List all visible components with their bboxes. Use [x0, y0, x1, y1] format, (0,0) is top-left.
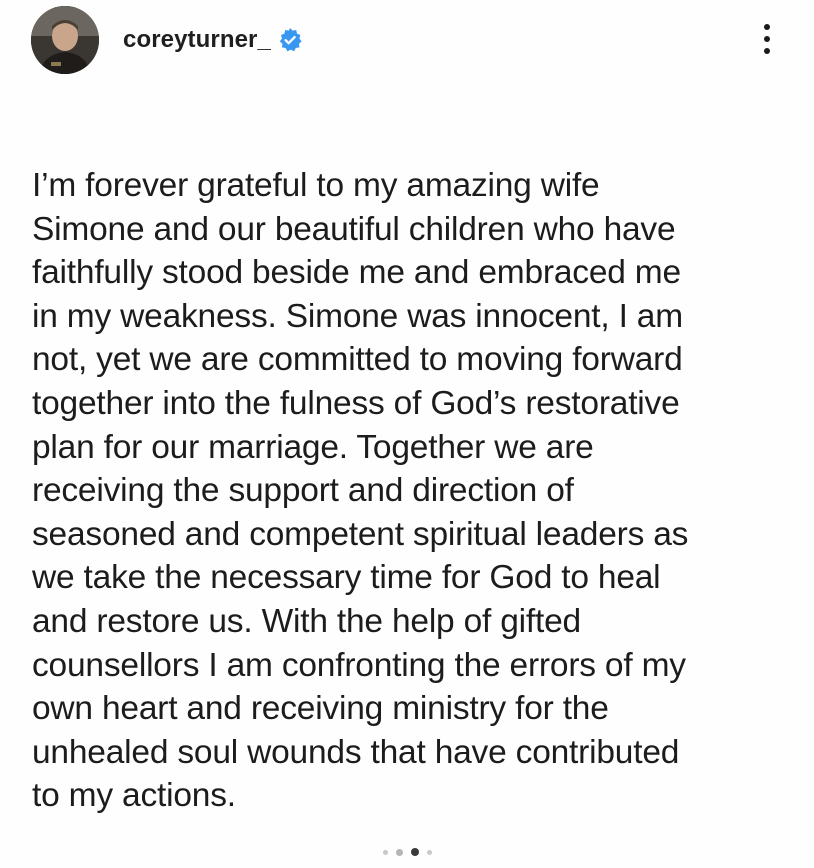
caption-line: faithfully stood beside me and embraced …: [32, 254, 681, 292]
more-dot: [764, 36, 770, 42]
caption-line: not, yet we are committed to moving forw…: [32, 341, 683, 379]
carousel-dot: [426, 849, 432, 855]
username-row: coreyturner_: [123, 24, 303, 56]
caption-line: in my weakness. Simone was innocent, I a…: [32, 297, 683, 335]
carousel-dot: [382, 849, 388, 855]
caption-line: to my actions.: [32, 777, 236, 815]
profile-avatar[interactable]: [31, 6, 99, 74]
post-caption: I’m forever grateful to my amazing wife S…: [32, 164, 792, 818]
caption-line: unhealed soul wounds that have contribut…: [32, 733, 680, 771]
more-dot: [764, 24, 770, 30]
caption-line: and restore us. With the help of gifted: [32, 602, 581, 640]
caption-line: receiving the support and direction of: [32, 472, 574, 510]
caption-line: I’m forever grateful to my amazing wife: [32, 167, 600, 204]
verified-badge-icon: [277, 27, 303, 53]
caption-line: plan for our marriage. Together we are: [32, 428, 594, 466]
caption-line: counsellors I am confronting the errors …: [32, 646, 686, 684]
caption-line: own heart and receiving ministry for the: [32, 690, 609, 728]
caption-line: Simone and our beautiful children who ha…: [32, 210, 676, 248]
more-options-icon[interactable]: [752, 18, 782, 60]
more-dot: [764, 48, 770, 54]
caption-line: seasoned and competent spiritual leaders…: [32, 515, 689, 553]
avatar-image: [31, 6, 99, 74]
caption-line: we take the necessary time for God to he…: [32, 559, 661, 597]
caption-line: together into the fulness of God’s resto…: [32, 384, 680, 422]
carousel-dot: [395, 848, 403, 856]
carousel-dot-active: [410, 848, 419, 856]
post-header: coreyturner_: [0, 0, 814, 86]
carousel-indicator: [0, 845, 814, 859]
username-link[interactable]: coreyturner_: [123, 26, 271, 54]
instagram-post: coreyturner_ I’m forever grateful to my …: [0, 0, 814, 868]
